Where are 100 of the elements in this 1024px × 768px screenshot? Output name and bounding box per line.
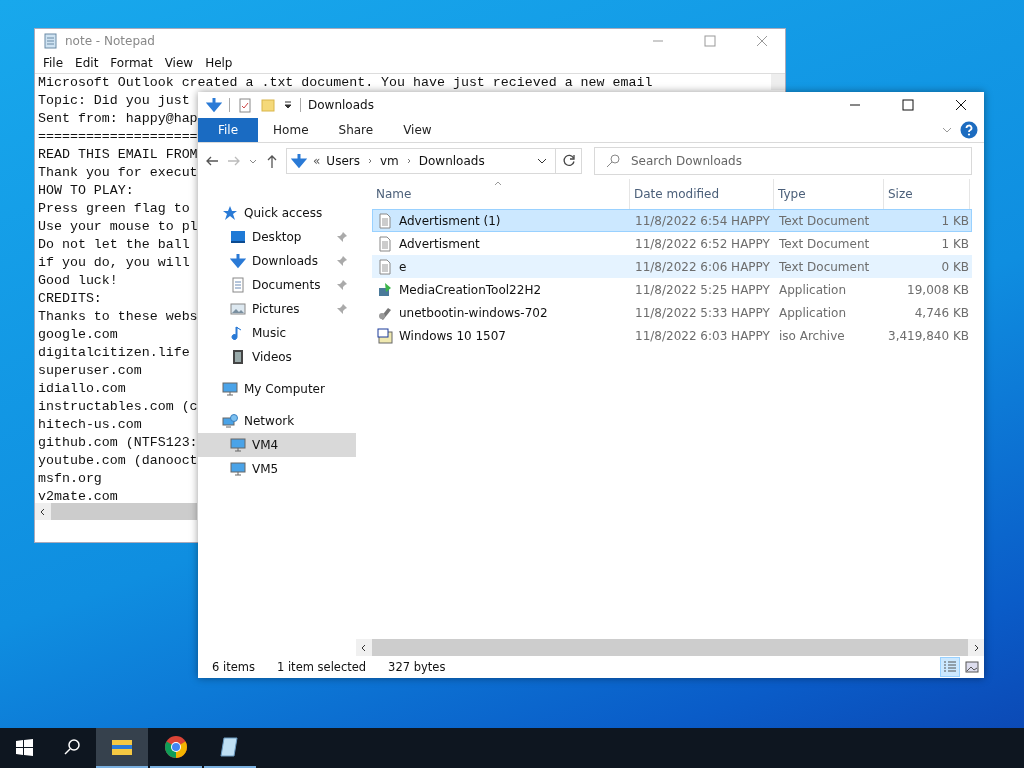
properties-icon[interactable] [237, 97, 253, 113]
size-cell-text: 1 KB [940, 236, 970, 251]
text-line: Microsoft Outlook created a .txt document. You have just recieved a new email [38, 74, 653, 92]
scroll-left-icon[interactable] [360, 643, 368, 652]
nav-item[interactable]: Videos [198, 345, 356, 369]
scroll-right-icon[interactable] [972, 643, 980, 652]
network-icon [222, 413, 238, 429]
details-view-icon [943, 660, 957, 674]
text-file-icon [377, 235, 393, 252]
text-file-icon [377, 258, 393, 275]
explorer-taskbar-button[interactable] [96, 728, 148, 768]
horizontal-scrollbar[interactable] [35, 503, 197, 520]
scroll-left-icon[interactable] [39, 507, 47, 516]
text-line: Use your mouse to pl [38, 218, 198, 236]
selection-count: 1 item selected [276, 660, 367, 674]
nav-item[interactable]: My Computer [198, 377, 356, 401]
document-icon [230, 277, 246, 293]
file-name: MediaCreationTool22H2 [399, 282, 542, 297]
search-icon [605, 153, 621, 169]
pin-icon[interactable] [336, 231, 348, 243]
file-name: unetbootin-windows-702 [399, 305, 548, 320]
menu-item[interactable]: Help [199, 56, 239, 70]
pictures-icon [230, 301, 246, 317]
computer-icon [230, 437, 246, 453]
help-icon[interactable] [960, 121, 978, 139]
nav-item[interactable]: Desktop [198, 225, 356, 249]
selection-size: 327 bytes [388, 660, 446, 674]
file-name: Windows 10 1507 [399, 328, 506, 343]
menu-item[interactable]: Format [104, 56, 159, 70]
file-name: e [399, 259, 407, 274]
text-line: v2mate.com [38, 488, 118, 503]
ribbon-tab[interactable]: File [198, 118, 259, 142]
text-line: superuser.com [38, 362, 142, 380]
pin-icon[interactable] [336, 303, 348, 315]
breadcrumb[interactable]: Downloads [418, 154, 485, 168]
nav-item[interactable]: Downloads [198, 249, 356, 273]
text-line: Thanks to these webs [38, 308, 198, 326]
type-cell-text: Application [778, 282, 848, 297]
text-line: HOW TO PLAY: [38, 182, 134, 200]
breadcrumb[interactable]: vm [379, 154, 399, 168]
vertical-scrollbar[interactable] [771, 74, 785, 90]
file-name: Advertisment [399, 236, 480, 251]
videos-icon [230, 349, 246, 365]
star-icon [222, 205, 238, 221]
file-row[interactable]: Advertisment 11/8/2022 6:52 HAPPY Text Document 1 KB [372, 232, 972, 255]
nav-item[interactable]: Network [198, 409, 356, 433]
type-cell-text: iso Archive [778, 328, 846, 343]
type-cell-text: Text Document [778, 259, 871, 274]
size-cell-text: 19,008 KB [906, 282, 970, 297]
file-row[interactable]: Windows 10 1507 11/8/2022 6:03 HAPPY iso Archive 3,419,840 KB [372, 324, 972, 347]
download-icon[interactable] [206, 97, 222, 113]
text-line: CREDITS: [38, 290, 102, 308]
text-line: hitech-us.com [38, 416, 142, 434]
file-row[interactable]: unetbootin-windows-702 11/8/2022 5:33 HAPPY Application 4,746 KB [372, 301, 972, 324]
date-cell-text: 11/8/2022 6:06 HAPPY [634, 259, 771, 274]
setup-icon [377, 281, 393, 298]
dropdown-icon[interactable] [537, 156, 547, 166]
menu-item[interactable]: File [37, 56, 70, 70]
pin-icon[interactable] [336, 255, 348, 267]
menu-item[interactable]: View [158, 56, 200, 70]
date-cell-text: 11/8/2022 6:03 HAPPY [634, 328, 771, 343]
date-cell-text: 11/8/2022 5:33 HAPPY [634, 305, 771, 320]
date-cell-text: 11/8/2022 6:52 HAPPY [634, 236, 771, 251]
nav-item[interactable]: VM5 [198, 457, 356, 481]
download-icon [291, 153, 307, 169]
nav-item[interactable]: VM4 [198, 433, 356, 457]
ribbon-tab[interactable]: Home [258, 118, 324, 142]
desktop-icon [230, 229, 246, 245]
refresh-button[interactable] [556, 148, 582, 174]
type-cell-text: Application [778, 305, 848, 320]
horizontal-scrollbar[interactable] [356, 639, 984, 656]
file-row[interactable]: Advertisment (1) 11/8/2022 6:54 HAPPY Text Document 1 KB [372, 209, 972, 232]
overflow-chevron[interactable]: « [313, 154, 321, 168]
text-line: msfn.org [38, 470, 102, 488]
nav-item[interactable]: Quick access [198, 201, 356, 225]
search-field[interactable]: Search Downloads [594, 147, 972, 175]
text-line: Topic: Did you just [38, 92, 190, 110]
dropdown-icon[interactable] [283, 100, 293, 110]
breadcrumb[interactable]: Users [326, 154, 360, 168]
computer-icon [222, 381, 238, 397]
chevron-icon[interactable] [942, 125, 952, 135]
text-line: READ THIS EMAIL FROM [38, 146, 198, 164]
address-bar[interactable]: « Users vm Downloads [286, 148, 556, 174]
menu-item[interactable]: Edit [69, 56, 105, 70]
ribbon-tab[interactable]: View [388, 118, 447, 142]
file-row[interactable]: MediaCreationTool22H2 11/8/2022 5:25 HAPPY Application 19,008 KB [372, 278, 972, 301]
ribbon-tab[interactable]: Share [323, 118, 389, 142]
nav-item[interactable]: Documents [198, 273, 356, 297]
size-cell-text: 0 KB [940, 259, 970, 274]
text-line: digitalcitizen.life [38, 344, 190, 362]
computer-icon [230, 461, 246, 477]
search-input[interactable]: Search Downloads [629, 153, 971, 169]
pin-icon[interactable] [336, 279, 348, 291]
text-line: github.com (NTFS123: [38, 434, 198, 452]
size-cell-text: 1 KB [940, 213, 970, 228]
nav-item[interactable]: Pictures [198, 297, 356, 321]
file-row[interactable]: e 11/8/2022 6:06 HAPPY Text Document 0 KB [372, 255, 972, 278]
window-title: Downloads [308, 98, 374, 112]
item-count: 6 items [212, 660, 255, 674]
nav-item[interactable]: Music [198, 321, 356, 345]
